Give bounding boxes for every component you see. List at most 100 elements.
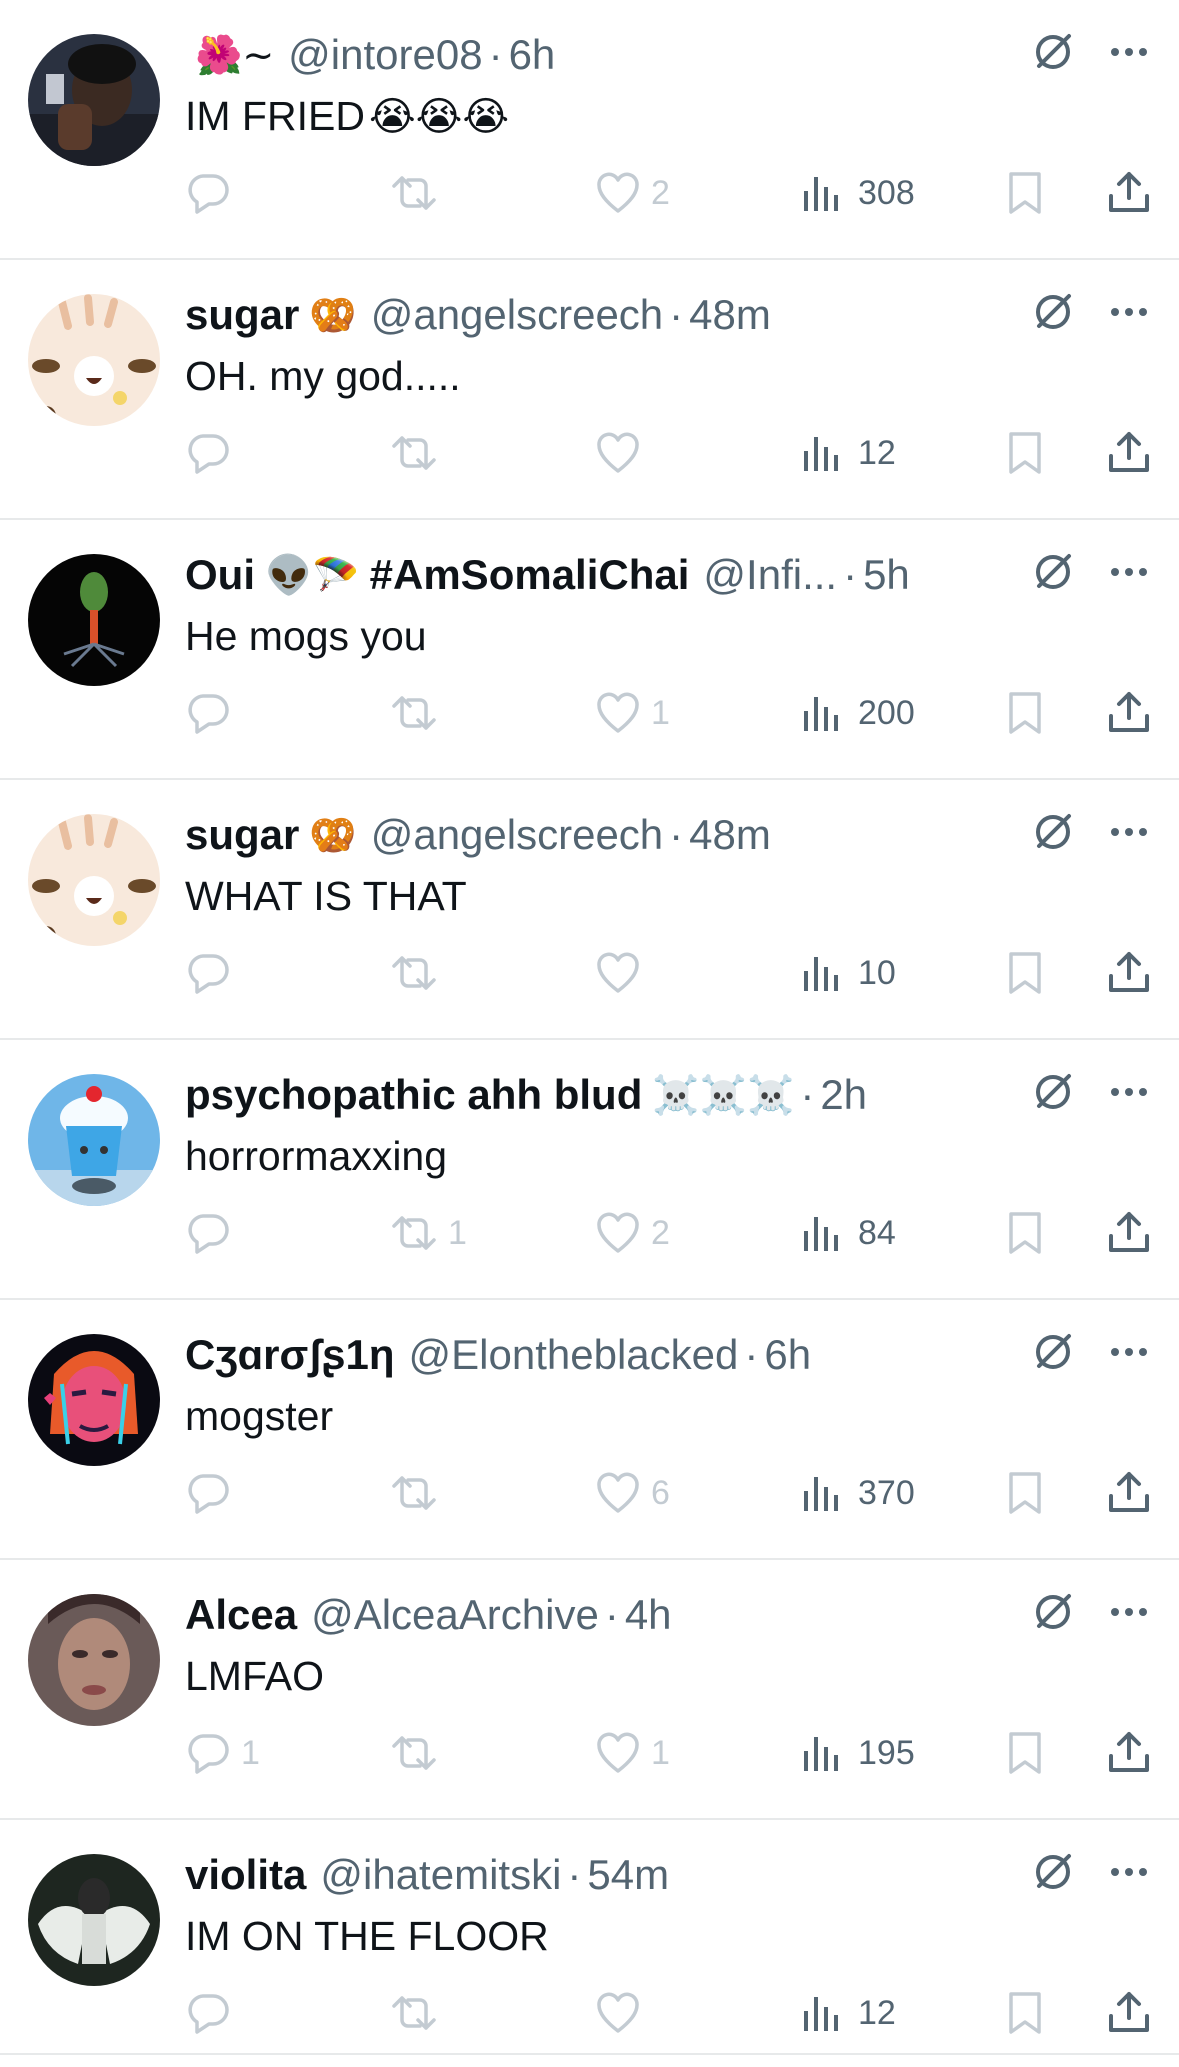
share-button[interactable] [1107, 1465, 1151, 1521]
reply-button[interactable] [185, 685, 241, 741]
reply-button[interactable]: 1 [185, 1725, 260, 1781]
reply-button[interactable] [185, 165, 241, 221]
views-button[interactable]: 308 [802, 165, 915, 221]
views-button[interactable]: 370 [802, 1465, 915, 1521]
grok-icon[interactable] [1031, 30, 1075, 74]
reply-button[interactable] [185, 1985, 241, 2041]
timestamp[interactable]: 2h [820, 1066, 867, 1124]
like-button[interactable] [595, 425, 651, 481]
like-button[interactable]: 2 [595, 165, 670, 221]
display-name[interactable]: 🌺~ [185, 26, 274, 84]
repost-button[interactable] [390, 1725, 448, 1781]
grok-icon[interactable] [1031, 1330, 1075, 1374]
bookmark-button[interactable] [1005, 1465, 1045, 1521]
avatar[interactable] [28, 1074, 160, 1206]
more-icon[interactable] [1109, 1346, 1149, 1358]
share-button[interactable] [1107, 165, 1151, 221]
timestamp[interactable]: 5h [863, 546, 910, 604]
timestamp[interactable]: 48m [689, 286, 771, 344]
repost-button[interactable] [390, 945, 448, 1001]
avatar[interactable] [28, 34, 160, 166]
share-button[interactable] [1107, 1985, 1151, 2041]
repost-button[interactable] [390, 1985, 448, 2041]
tweet-card[interactable]: violita @ihatemitski · 54m IM ON THE FLO… [0, 1820, 1179, 2055]
more-icon[interactable] [1109, 306, 1149, 318]
tweet-card[interactable]: sugar 🥨 @angelscreech · 48m WHAT IS THAT [0, 780, 1179, 1040]
user-handle[interactable]: @intore08 [288, 26, 482, 84]
bookmark-button[interactable] [1005, 685, 1045, 741]
display-name[interactable]: sugar 🥨 [185, 806, 357, 864]
more-icon[interactable] [1109, 826, 1149, 838]
bookmark-button[interactable] [1005, 1725, 1045, 1781]
display-name[interactable]: violita [185, 1846, 306, 1904]
avatar[interactable] [28, 294, 160, 426]
like-button[interactable]: 6 [595, 1465, 670, 1521]
share-button[interactable] [1107, 685, 1151, 741]
views-button[interactable]: 84 [802, 1205, 896, 1261]
bookmark-button[interactable] [1005, 945, 1045, 1001]
tweet-card[interactable]: Alcea @AlceaArchive · 4h LMFAO 1 1 195 [0, 1560, 1179, 1820]
grok-icon[interactable] [1031, 1850, 1075, 1894]
views-button[interactable]: 12 [802, 425, 896, 481]
share-button[interactable] [1107, 425, 1151, 481]
display-name[interactable]: Oui 👽🪂 #AmSomaliChai [185, 546, 689, 604]
reply-button[interactable] [185, 1465, 241, 1521]
grok-icon[interactable] [1031, 810, 1075, 854]
more-icon[interactable] [1109, 566, 1149, 578]
like-button[interactable] [595, 1985, 651, 2041]
user-handle[interactable]: @Infi... [703, 546, 837, 604]
share-button[interactable] [1107, 1205, 1151, 1261]
views-button[interactable]: 12 [802, 1985, 896, 2041]
like-button[interactable] [595, 945, 651, 1001]
repost-button[interactable] [390, 1465, 448, 1521]
like-button[interactable]: 1 [595, 1725, 670, 1781]
user-handle[interactable]: @Elontheblacked [409, 1326, 739, 1384]
grok-icon[interactable] [1031, 1070, 1075, 1114]
timestamp[interactable]: 6h [764, 1326, 811, 1384]
tweet-card[interactable]: sugar 🥨 @angelscreech · 48m OH. my god..… [0, 260, 1179, 520]
grok-icon[interactable] [1031, 550, 1075, 594]
avatar[interactable] [28, 1594, 160, 1726]
user-handle[interactable]: @angelscreech [371, 806, 663, 864]
more-icon[interactable] [1109, 1866, 1149, 1878]
tweet-card[interactable]: psychopathic ahh blud ☠️☠️☠️ · 2h horror… [0, 1040, 1179, 1300]
avatar[interactable] [28, 1334, 160, 1466]
share-button[interactable] [1107, 945, 1151, 1001]
tweet-card[interactable]: 🌺~ @intore08 · 6h IM FRIED 😭😭😭 2 308 [0, 0, 1179, 260]
share-button[interactable] [1107, 1725, 1151, 1781]
grok-icon[interactable] [1031, 1590, 1075, 1634]
user-handle[interactable]: @ihatemitski [320, 1846, 561, 1904]
display-name[interactable]: sugar 🥨 [185, 286, 357, 344]
display-name[interactable]: Cʒɑrσʃʂ1η [185, 1326, 395, 1384]
display-name[interactable]: Alcea [185, 1586, 297, 1644]
reply-button[interactable] [185, 425, 241, 481]
user-handle[interactable]: @angelscreech [371, 286, 663, 344]
avatar[interactable] [28, 814, 160, 946]
repost-button[interactable] [390, 165, 448, 221]
timestamp[interactable]: 6h [509, 26, 556, 84]
repost-button[interactable]: 1 [390, 1205, 467, 1261]
views-button[interactable]: 10 [802, 945, 896, 1001]
grok-icon[interactable] [1031, 290, 1075, 334]
tweet-card[interactable]: Oui 👽🪂 #AmSomaliChai @Infi... · 5h He mo… [0, 520, 1179, 780]
bookmark-button[interactable] [1005, 165, 1045, 221]
views-button[interactable]: 200 [802, 685, 915, 741]
bookmark-button[interactable] [1005, 1985, 1045, 2041]
timestamp[interactable]: 4h [625, 1586, 672, 1644]
display-name[interactable]: psychopathic ahh blud ☠️☠️☠️ [185, 1066, 794, 1124]
timestamp[interactable]: 54m [587, 1846, 669, 1904]
views-button[interactable]: 195 [802, 1725, 915, 1781]
repost-button[interactable] [390, 685, 448, 741]
more-icon[interactable] [1109, 46, 1149, 58]
more-icon[interactable] [1109, 1086, 1149, 1098]
repost-button[interactable] [390, 425, 448, 481]
reply-button[interactable] [185, 945, 241, 1001]
avatar[interactable] [28, 554, 160, 686]
reply-button[interactable] [185, 1205, 241, 1261]
tweet-card[interactable]: Cʒɑrσʃʂ1η @Elontheblacked · 6h mogster 6… [0, 1300, 1179, 1560]
user-handle[interactable]: @AlceaArchive [311, 1586, 599, 1644]
bookmark-button[interactable] [1005, 1205, 1045, 1261]
avatar[interactable] [28, 1854, 160, 1986]
more-icon[interactable] [1109, 1606, 1149, 1618]
like-button[interactable]: 1 [595, 685, 670, 741]
